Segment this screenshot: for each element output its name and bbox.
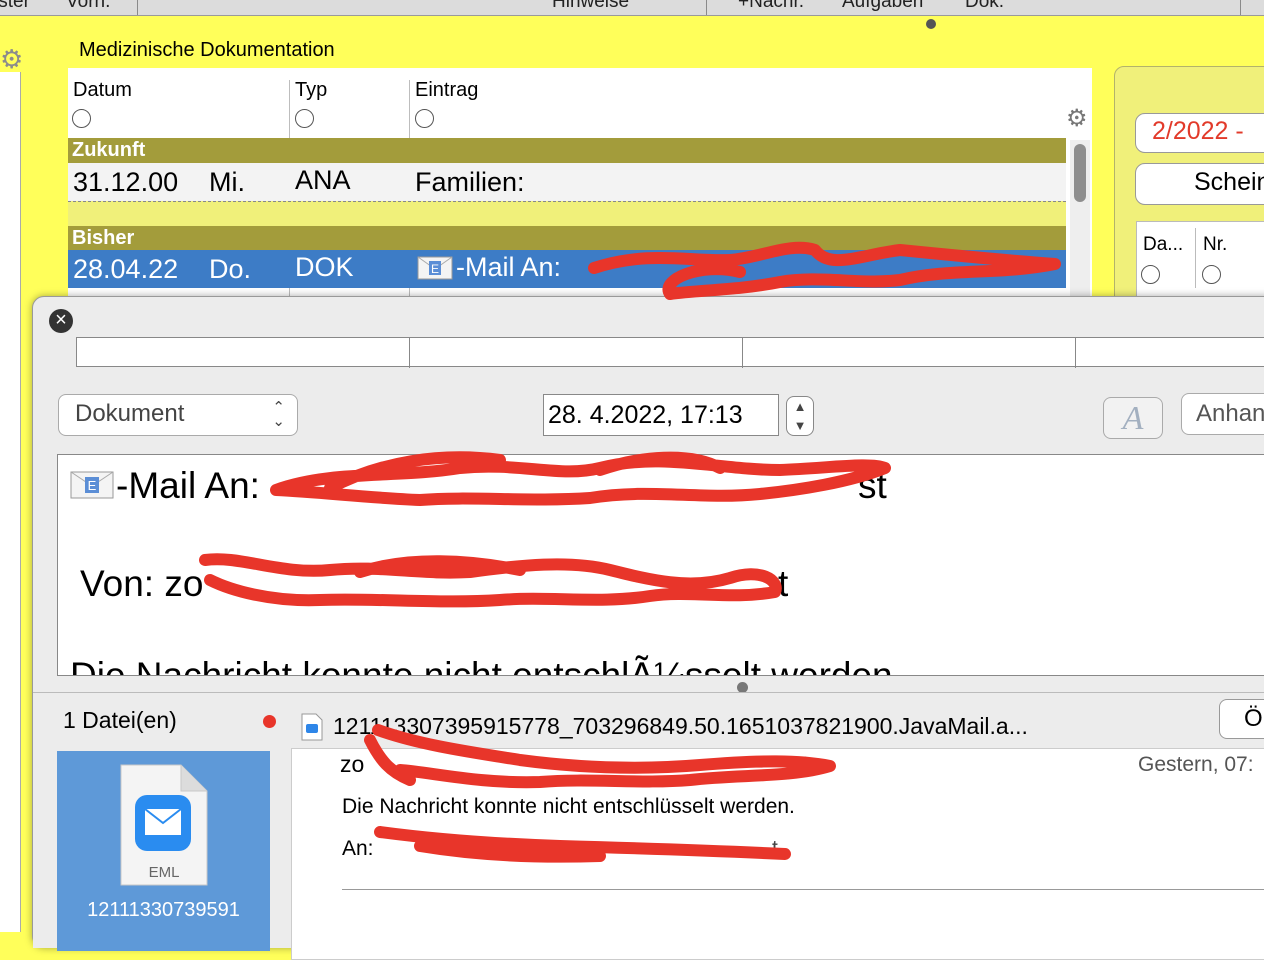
document-type-value: Dokument [75, 400, 185, 427]
schein-table: Da... Nr. [1136, 221, 1264, 303]
attachment-button[interactable]: Anhan [1181, 393, 1264, 435]
row-weekday: Mi. [209, 167, 245, 197]
mail-preview: zo t Gestern, 07: Die Nachricht konnte n… [291, 748, 1264, 960]
top-toolbar: ister Vorh. Hinweise +Nachr. Aufgaben Do… [0, 0, 1264, 16]
filter-radio-nr[interactable] [1202, 265, 1221, 284]
eml-file-icon: EML [120, 764, 208, 886]
documentation-table: Datum Typ Eintrag ⚙ Zukunft 31.12.00 Mi.… [68, 68, 1092, 300]
column-header-datum[interactable]: Da... [1143, 234, 1183, 256]
attachment-count: 1 Datei(en) [63, 707, 177, 733]
panel-title: Medizinische Dokumentation [79, 39, 335, 61]
datetime-field[interactable]: 28. 4.2022, 17:13 [543, 394, 779, 436]
open-button[interactable]: Ö [1219, 699, 1264, 739]
document-type-select[interactable]: Dokument ⌃ ⌄ [58, 394, 298, 436]
toolbar-item-aufgaben[interactable]: Aufgaben [842, 0, 923, 13]
email-icon: E [417, 255, 453, 281]
split-handle[interactable] [926, 19, 936, 29]
right-panel: 2/2022 - Schein Da... Nr. [1114, 66, 1264, 328]
column-header-nr[interactable]: Nr. [1203, 234, 1227, 256]
preview-sender-tail: t [802, 751, 809, 777]
filter-radio-eintrag[interactable] [415, 109, 434, 128]
thumbnail-filename: 12111330739591 [87, 899, 240, 921]
attachment-filename[interactable]: 12111330739591​5778_703296849.50.1651037… [333, 713, 1028, 740]
email-icon: E [70, 469, 114, 501]
row-type: ANA [295, 165, 351, 195]
column-header-eintrag[interactable]: Eintrag [415, 79, 478, 102]
preview-to-label: An: [342, 837, 374, 860]
strip-divider [1075, 338, 1076, 368]
row-date: 31.12.00 [73, 167, 179, 197]
quarter-selector[interactable]: 2/2022 - [1135, 113, 1264, 153]
table-row-empty [68, 201, 1066, 227]
left-sidebar [0, 72, 21, 932]
column-divider [1195, 228, 1196, 288]
toolbar-item-dok[interactable]: Dok. [965, 0, 1004, 13]
row-date: 28.04.22 [73, 254, 179, 284]
datetime-stepper[interactable]: ▲ ▼ [786, 396, 814, 436]
toolbar-item-vorh[interactable]: Vorh. [66, 0, 110, 13]
filter-radio-datum[interactable] [72, 109, 91, 128]
document-text-editor[interactable]: E -Mail An: st Von: zo t Die Nachricht k… [57, 454, 1264, 676]
strip-divider [742, 338, 743, 368]
mail-file-icon [300, 713, 324, 741]
stepper-up-icon[interactable]: ▲ [787, 397, 813, 416]
row-entry: Familien: [415, 167, 525, 197]
mail-from-tail: t [778, 563, 789, 604]
group-header-zukunft: Zukunft [68, 138, 1066, 163]
toolbar-item-hinweise[interactable]: Hinweise [552, 0, 629, 13]
chevron-updown-icon: ⌃ ⌄ [272, 399, 285, 430]
toolbar-divider [1240, 0, 1241, 15]
preview-sender: zo [340, 751, 365, 777]
toolbar-item-register[interactable]: ister [0, 0, 30, 13]
row-entry: -Mail An: [456, 252, 562, 282]
preview-to-tail: t [772, 837, 778, 860]
gear-icon[interactable]: ⚙ [0, 44, 23, 75]
scrollbar-thumb[interactable] [1074, 144, 1086, 202]
stepper-down-icon[interactable]: ▼ [787, 416, 813, 435]
table-row-selected[interactable]: 28.04.22 Do. DOK E -Mail An: [68, 250, 1066, 288]
unread-indicator [263, 715, 276, 728]
attachment-thumbnail[interactable]: EML 12111330739591 [57, 751, 270, 951]
svg-text:E: E [431, 262, 439, 276]
mail-body-line: Die Nachricht konnte nicht entschlÃ¼ssel… [70, 655, 893, 676]
column-header-typ[interactable]: Typ [295, 79, 327, 102]
column-header-datum[interactable]: Datum [73, 79, 132, 102]
preview-message: Die Nachricht konnte nicht entschlüsselt… [342, 795, 795, 818]
svg-text:E: E [88, 478, 97, 493]
segment-strip [76, 337, 1264, 368]
table-row[interactable]: 31.12.00 Mi. ANA Familien: [68, 163, 1066, 201]
document-editor-dialog: × Dokument ⌃ ⌄ 28. 4.2022, 17:13 ▲ ▼ A An… [32, 296, 1264, 960]
mail-to-tail: st [858, 465, 887, 506]
filter-radio-typ[interactable] [295, 109, 314, 128]
toolbar-divider [706, 0, 707, 15]
gear-icon[interactable]: ⚙ [1066, 104, 1088, 133]
vertical-scrollbar[interactable] [1070, 140, 1090, 300]
row-type: DOK [295, 252, 354, 282]
close-icon[interactable]: × [49, 309, 73, 333]
preview-date: Gestern, 07: [1138, 753, 1254, 776]
attachment-area: 1 Datei(en) 12111330739591​5778_70329684… [33, 692, 1264, 960]
font-button[interactable]: A [1103, 397, 1163, 439]
filter-radio-datum[interactable] [1141, 265, 1160, 284]
file-type-label: EML [149, 864, 180, 881]
divider [342, 889, 1264, 890]
mail-from-line: Von: zo [80, 563, 204, 604]
toolbar-item-nachr[interactable]: +Nachr. [738, 0, 804, 13]
mail-to-line: -Mail An: [116, 465, 260, 506]
group-header-bisher: Bisher [68, 226, 1066, 251]
schein-button[interactable]: Schein [1135, 163, 1264, 205]
row-weekday: Do. [209, 254, 252, 284]
toolbar-divider [137, 0, 138, 15]
strip-divider [409, 338, 410, 368]
